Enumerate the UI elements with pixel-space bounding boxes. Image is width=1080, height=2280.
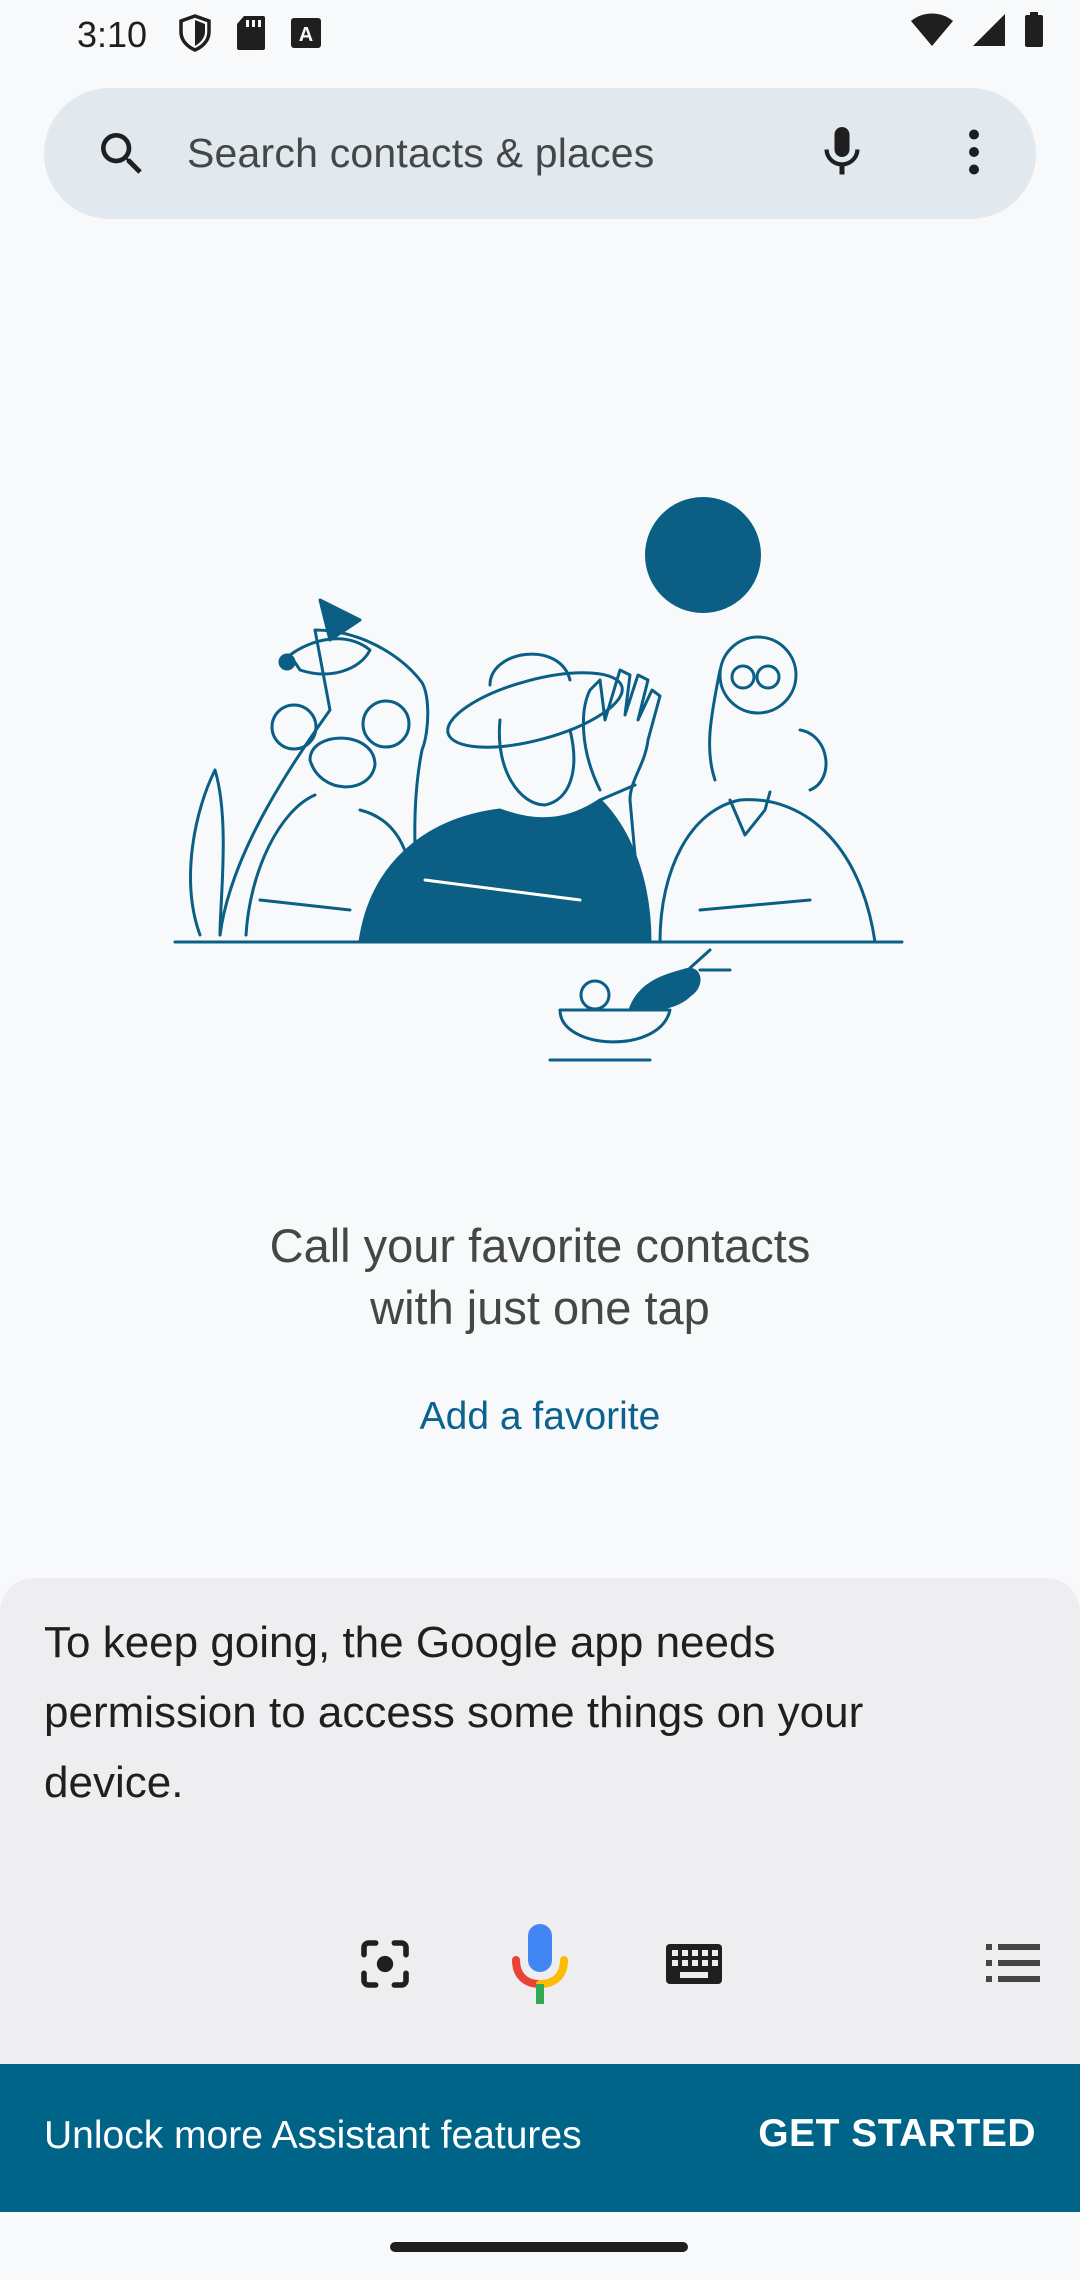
favorites-empty-title-line2: with just one tap — [370, 1281, 710, 1334]
wifi-icon — [911, 13, 953, 46]
assistant-sheet: To keep going, the Google app needs perm… — [0, 1578, 1080, 2064]
status-left-icons: A — [178, 14, 322, 52]
shield-icon — [179, 14, 211, 52]
search-input[interactable]: Search contacts & places — [187, 130, 654, 177]
sd-card-icon — [237, 16, 265, 50]
list-icon[interactable] — [986, 1942, 1040, 1986]
navigation-bar — [0, 2212, 1080, 2280]
voice-search-mic-icon[interactable] — [812, 122, 872, 182]
status-bar: 3:10 A — [0, 0, 1080, 70]
unlock-banner-text: Unlock more Assistant features — [44, 2114, 582, 2157]
favorites-empty-title: Call your favorite contacts with just on… — [0, 1215, 1080, 1339]
battery-icon — [1025, 12, 1043, 47]
home-gesture-handle[interactable] — [390, 2242, 688, 2252]
status-time: 3:10 — [77, 14, 148, 55]
status-right-icons — [910, 12, 1044, 48]
get-started-button[interactable]: GET STARTED — [758, 2112, 1036, 2156]
more-options-icon[interactable] — [944, 122, 1004, 182]
add-favorite-button[interactable]: Add a favorite — [0, 1395, 1080, 1439]
search-icon[interactable] — [94, 126, 150, 182]
favorites-illustration — [173, 497, 904, 1062]
a-notification-icon: A — [291, 18, 321, 48]
lens-icon[interactable] — [357, 1936, 413, 1992]
keyboard-icon[interactable] — [666, 1944, 722, 1984]
signal-icon — [973, 14, 1005, 46]
assistant-permission-message: To keep going, the Google app needs perm… — [44, 1618, 864, 1807]
unlock-assistant-banner: Unlock more Assistant features GET START… — [0, 2064, 1080, 2212]
assistant-mic-icon[interactable] — [510, 1924, 570, 2004]
search-bar[interactable]: Search contacts & places — [44, 88, 1036, 219]
favorites-empty-title-line1: Call your favorite contacts — [269, 1219, 811, 1272]
svg-text:A: A — [299, 24, 313, 46]
